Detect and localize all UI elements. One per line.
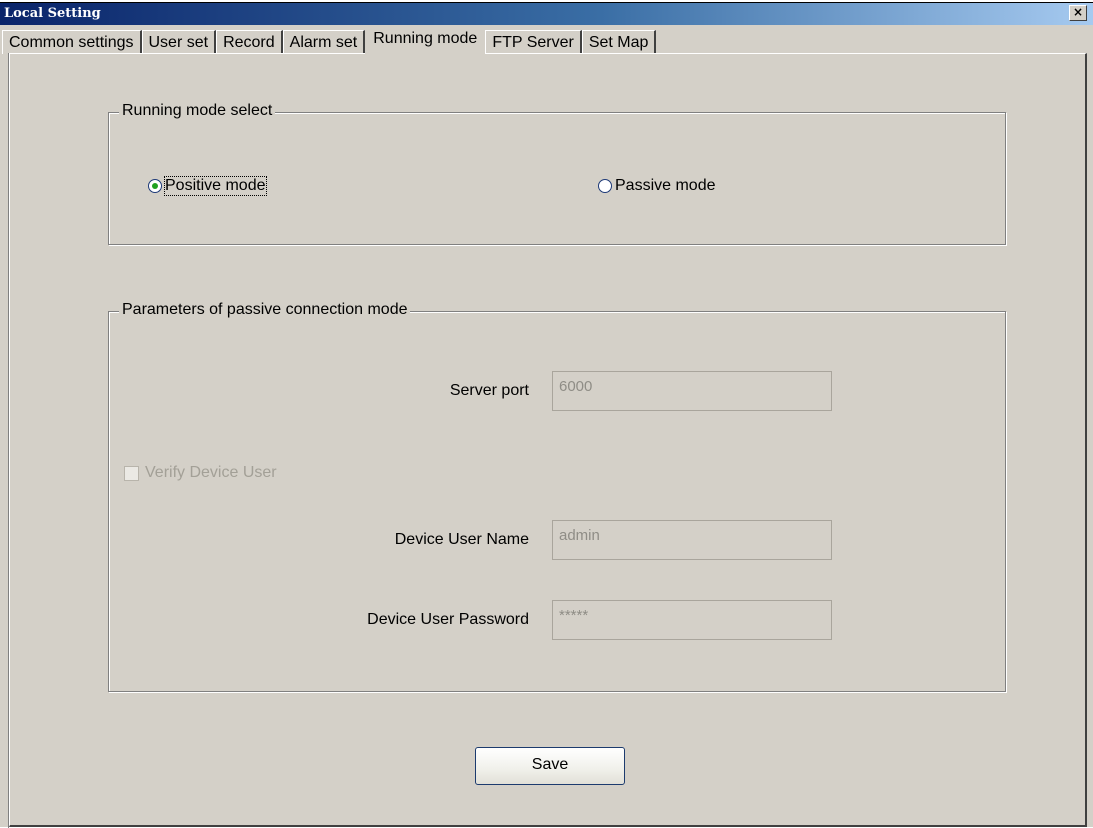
tab-ftp-server[interactable]: FTP Server — [485, 30, 582, 54]
close-icon: × — [1072, 5, 1084, 19]
local-setting-window: Local Setting × Common settings User set… — [0, 2, 1093, 828]
running-mode-group: Running mode select Positive mode Passiv… — [108, 102, 1006, 245]
verify-device-user-label: Verify Device User — [145, 464, 277, 481]
tab-alarm-set[interactable]: Alarm set — [282, 30, 366, 54]
tab-user-set[interactable]: User set — [141, 30, 217, 54]
device-user-password-input[interactable]: ***** — [552, 600, 832, 640]
radio-unchecked-icon — [598, 179, 612, 193]
passive-mode-label: Passive mode — [615, 177, 716, 194]
tab-strip: Common settings User set Record Alarm se… — [2, 26, 657, 54]
save-button[interactable]: Save — [475, 747, 625, 785]
positive-mode-radio[interactable]: Positive mode — [148, 176, 267, 196]
device-user-name-input[interactable]: admin — [552, 520, 832, 560]
passive-params-legend: Parameters of passive connection mode — [119, 301, 411, 319]
device-user-password-label: Device User Password — [367, 611, 529, 628]
passive-params-group: Parameters of passive connection mode Se… — [108, 301, 1006, 692]
radio-checked-icon — [148, 179, 162, 193]
tab-set-map[interactable]: Set Map — [581, 30, 657, 54]
tab-common-settings[interactable]: Common settings — [2, 30, 142, 54]
device-user-name-label: Device User Name — [394, 531, 529, 548]
running-mode-legend: Running mode select — [119, 102, 276, 120]
title-bar[interactable]: Local Setting × — [0, 3, 1093, 25]
positive-mode-label: Positive mode — [164, 176, 267, 196]
window-title: Local Setting — [4, 6, 101, 21]
close-button[interactable]: × — [1069, 5, 1087, 21]
left-frame-strip — [0, 53, 9, 828]
tab-record[interactable]: Record — [216, 30, 283, 54]
passive-mode-radio[interactable]: Passive mode — [598, 177, 716, 195]
server-port-label: Server port — [449, 382, 529, 399]
verify-device-user-checkbox[interactable]: Verify Device User — [124, 464, 277, 482]
server-port-input[interactable]: 6000 — [552, 371, 832, 411]
running-mode-panel: Running mode select Positive mode Passiv… — [9, 53, 1087, 827]
checkbox-icon — [124, 465, 139, 481]
tab-running-mode[interactable]: Running mode — [365, 26, 486, 54]
